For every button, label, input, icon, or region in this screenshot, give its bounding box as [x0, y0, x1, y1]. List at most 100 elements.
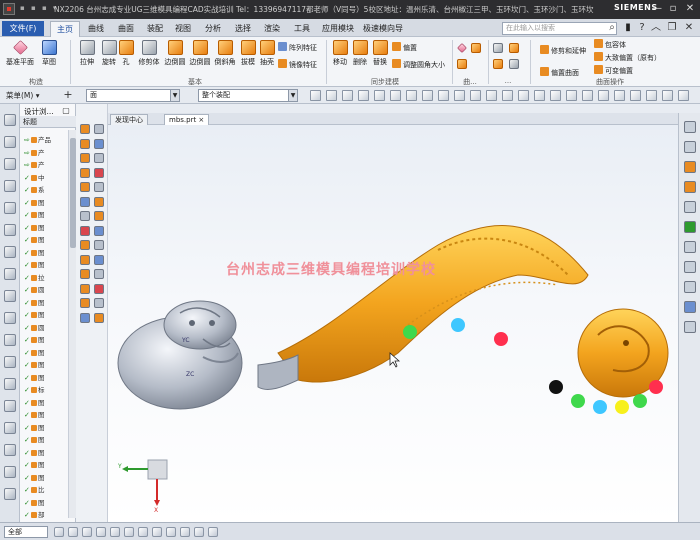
palette-command-icon[interactable]	[94, 312, 104, 323]
tree-row[interactable]: ✓ 圆	[24, 284, 45, 294]
draft-button[interactable]: 拔模	[238, 40, 258, 67]
tree-row[interactable]: ✓ 中	[24, 172, 45, 182]
resource-tab-icon[interactable]	[4, 202, 16, 214]
tree-row[interactable]: ✓ 图	[24, 234, 45, 244]
tree-row[interactable]: ✓ 图	[24, 434, 45, 444]
resource-tab-icon[interactable]	[4, 400, 16, 412]
type-filter-select[interactable]: 面 ▼	[86, 89, 180, 102]
checkmark-icon[interactable]: ✓	[24, 412, 30, 419]
tab-9[interactable]: 应用模块	[317, 21, 359, 37]
tree-row[interactable]: ✓ 图	[24, 334, 45, 344]
palette-command-icon[interactable]	[94, 211, 104, 221]
resize-blend-button[interactable]: 调整圆角大小	[392, 59, 445, 70]
selection-tool-icon[interactable]	[582, 90, 593, 101]
surface-tool-4-button[interactable]	[508, 59, 520, 71]
selection-tool-icon[interactable]	[502, 90, 513, 101]
checkmark-icon[interactable]: ✓	[24, 187, 30, 194]
selection-tool-icon[interactable]	[326, 90, 337, 101]
tab-0[interactable]: 主页	[50, 21, 80, 37]
palette-command-icon[interactable]	[94, 153, 104, 163]
restore-icon[interactable]: ❐	[666, 22, 678, 34]
tree-row[interactable]: ✓ 图	[24, 472, 45, 482]
palette-command-icon[interactable]	[94, 298, 104, 308]
resource-tab-icon[interactable]	[4, 356, 16, 368]
resource-tab-icon[interactable]	[4, 114, 16, 126]
variable-offset-button[interactable]: 可变偏置	[594, 65, 633, 76]
resource-tab-icon[interactable]	[4, 246, 16, 258]
palette-command-icon[interactable]	[94, 283, 104, 294]
surface-tool-2-button[interactable]	[508, 43, 520, 55]
tab-1[interactable]: 曲线	[82, 21, 110, 37]
view-tool-icon[interactable]	[684, 301, 696, 313]
resource-tab-icon[interactable]	[4, 334, 16, 346]
checkmark-icon[interactable]: ✓	[24, 337, 30, 344]
chamfer-button[interactable]: 倒斜角	[212, 40, 238, 67]
curve-tool-button[interactable]	[456, 43, 468, 55]
palette-command-icon[interactable]	[94, 182, 104, 192]
palette-command-icon[interactable]	[80, 225, 90, 236]
command-search-input[interactable]: 在此输入以搜索	[502, 22, 617, 35]
selection-tool-icon[interactable]	[550, 90, 561, 101]
checkmark-icon[interactable]: ✓	[24, 487, 30, 494]
checkmark-icon[interactable]: ✓	[24, 199, 30, 206]
tree-row[interactable]: ✓ 图	[24, 459, 45, 469]
bounding-body-button[interactable]: 包容体	[594, 39, 626, 50]
view-tool-icon[interactable]	[684, 321, 696, 333]
palette-command-icon[interactable]	[80, 283, 90, 294]
tree-row[interactable]: ✓ 圆	[24, 322, 45, 332]
selection-tool-icon[interactable]	[486, 90, 497, 101]
checkmark-icon[interactable]: ✓	[24, 474, 30, 481]
tree-row[interactable]: ✓ 图	[24, 347, 45, 357]
trim-body-button[interactable]: 修剪体	[136, 40, 162, 67]
checkmark-icon[interactable]: ✓	[24, 449, 30, 456]
view-tool-icon[interactable]	[684, 181, 696, 193]
tab-2[interactable]: 曲面	[112, 21, 140, 37]
edge-blend-button[interactable]: 边倒圆	[162, 40, 188, 67]
selection-tool-icon[interactable]	[566, 90, 577, 101]
checkmark-icon[interactable]: ✓	[24, 462, 30, 469]
tree-row[interactable]: ✓ 图	[24, 309, 45, 319]
tree-row[interactable]: ✓ 图	[24, 397, 45, 407]
palette-command-icon[interactable]	[94, 196, 104, 207]
selection-filter-select[interactable]: 全部	[4, 526, 48, 538]
arrow-icon[interactable]: ⇨	[24, 137, 30, 144]
status-tool-icon[interactable]	[180, 527, 190, 537]
checkmark-icon[interactable]: ✓	[24, 362, 30, 369]
tree-row[interactable]: ✓ 图	[24, 247, 45, 257]
tab-5[interactable]: 分析	[198, 21, 228, 37]
palette-command-icon[interactable]	[80, 298, 90, 308]
trim-extend-button[interactable]: 修剪和延伸	[540, 45, 586, 56]
tab-3[interactable]: 装配	[141, 21, 169, 37]
checkmark-icon[interactable]: ✓	[24, 387, 30, 394]
tree-row[interactable]: ✓ 图	[24, 497, 45, 507]
view-tool-icon[interactable]	[684, 121, 696, 133]
tree-row[interactable]: ✓ 图	[24, 359, 45, 369]
delete-face-button[interactable]: 删除	[350, 40, 370, 67]
view-tool-icon[interactable]	[684, 161, 696, 173]
palette-command-icon[interactable]	[94, 240, 104, 250]
tab-4[interactable]: 视图	[169, 21, 197, 37]
resource-tab-icon[interactable]	[4, 158, 16, 170]
tab-8[interactable]: 工具	[288, 21, 316, 37]
move-face-button[interactable]: 移动	[330, 40, 350, 67]
checkmark-icon[interactable]: ✓	[24, 237, 30, 244]
checkmark-icon[interactable]: ✓	[24, 324, 30, 331]
status-tool-icon[interactable]	[96, 527, 106, 537]
tab-6[interactable]: 选择	[229, 21, 257, 37]
palette-command-icon[interactable]	[80, 196, 90, 207]
status-tool-icon[interactable]	[166, 527, 176, 537]
tab-7[interactable]: 渲染	[258, 21, 286, 37]
checkmark-icon[interactable]: ✓	[24, 287, 30, 294]
checkmark-icon[interactable]: ✓	[24, 349, 30, 356]
selection-tool-icon[interactable]	[518, 90, 529, 101]
tree-row[interactable]: ⇨ 产	[24, 159, 45, 169]
palette-command-icon[interactable]	[80, 211, 90, 221]
replace-face-button[interactable]: 替换	[370, 40, 390, 67]
status-tool-icon[interactable]	[124, 527, 134, 537]
selection-tool-icon[interactable]	[406, 90, 417, 101]
palette-command-icon[interactable]	[94, 254, 104, 265]
selection-tool-icon[interactable]	[534, 90, 545, 101]
search-icon[interactable]: ⌕	[606, 22, 618, 34]
minimize-icon[interactable]: —	[650, 2, 664, 16]
view-tool-icon[interactable]	[684, 201, 696, 213]
